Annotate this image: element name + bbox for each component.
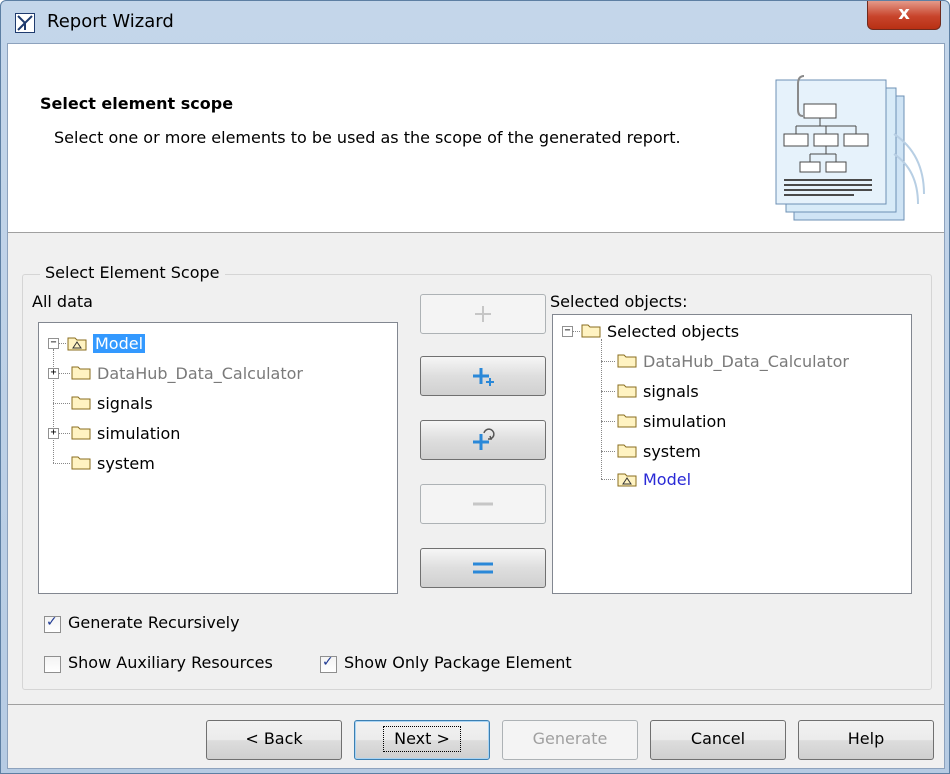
back-button[interactable]: < Back <box>206 720 342 760</box>
selected-node-model[interactable]: Model <box>617 467 691 491</box>
plus-icon <box>475 306 491 322</box>
all-data-tree[interactable]: − Model + DataHub_Data_Calculator signal… <box>38 322 398 594</box>
tree-node-label: signals <box>97 393 153 413</box>
show-auxiliary-resources-label: Show Auxiliary Resources <box>68 653 273 672</box>
close-button[interactable]: x <box>867 1 941 30</box>
tree-node-label: Model <box>643 469 692 489</box>
show-only-package-element-checkbox[interactable] <box>320 654 337 673</box>
selected-node-signals[interactable]: signals <box>617 379 699 403</box>
selected-node-system[interactable]: system <box>617 439 701 463</box>
page-title: Select element scope <box>40 94 234 113</box>
add-with-children-button[interactable] <box>420 356 546 396</box>
folder-icon <box>71 456 91 470</box>
next-button-label: Next > <box>383 726 461 752</box>
selected-objects-label: Selected objects: <box>550 292 688 311</box>
generate-recursively-label: Generate Recursively <box>68 613 240 632</box>
show-auxiliary-resources-checkbox[interactable] <box>44 656 61 673</box>
expand-datahub-toggle[interactable]: + <box>48 368 59 379</box>
folder-icon <box>71 396 91 410</box>
folder-icon <box>617 414 637 428</box>
folder-icon <box>617 354 637 368</box>
generate-button[interactable]: Generate <box>502 720 638 760</box>
help-button[interactable]: Help <box>798 720 934 760</box>
window-title: Report Wizard <box>47 11 174 32</box>
cancel-button-label: Cancel <box>690 729 746 748</box>
wizard-header: Select element scope Select one or more … <box>8 44 944 233</box>
generate-recursively-checkbox[interactable] <box>44 614 61 633</box>
add-recursive-icon <box>473 368 494 386</box>
add-button[interactable] <box>420 294 546 334</box>
expand-simulation-toggle[interactable]: + <box>48 428 59 439</box>
minus-icon <box>473 502 493 506</box>
report-wizard-app-icon <box>15 13 35 33</box>
back-button-label: < Back <box>245 729 303 748</box>
folder-icon <box>617 444 637 458</box>
generate-button-label: Generate <box>532 729 608 748</box>
folder-icon <box>581 324 601 338</box>
tree-node-label: DataHub_Data_Calculator <box>97 363 303 383</box>
tree-node-simulation[interactable]: simulation <box>71 421 180 445</box>
tree-node-label: Model <box>93 333 146 353</box>
folder-icon <box>71 366 91 380</box>
wizard-client-area: Select element scope Select one or more … <box>7 43 945 769</box>
tree-node-system[interactable]: system <box>71 451 155 475</box>
tree-node-label: Selected objects <box>607 321 740 341</box>
tree-node-label: simulation <box>643 411 727 431</box>
model-package-icon <box>617 473 637 487</box>
model-package-icon <box>67 337 87 351</box>
collapse-model-toggle[interactable]: − <box>48 338 59 349</box>
remove-button[interactable] <box>420 484 546 524</box>
tree-node-label: system <box>97 453 155 473</box>
report-document-icon <box>775 75 925 221</box>
show-only-package-element-label: Show Only Package Element <box>344 653 572 672</box>
close-icon: x <box>898 3 910 24</box>
tree-node-label: DataHub_Data_Calculator <box>643 351 849 371</box>
add-refresh-icon <box>473 428 495 450</box>
title-bar: Report Wizard x <box>1 1 949 45</box>
folder-icon <box>617 384 637 398</box>
tree-node-selected-root[interactable]: Selected objects <box>581 319 739 343</box>
footer-divider <box>8 704 944 705</box>
selected-node-datahub[interactable]: DataHub_Data_Calculator <box>617 349 849 373</box>
remove-all-button[interactable] <box>420 548 546 588</box>
remove-all-icon <box>473 562 493 574</box>
tree-node-model[interactable]: Model <box>67 331 146 355</box>
help-button-label: Help <box>847 729 885 748</box>
tree-node-datahub[interactable]: DataHub_Data_Calculator <box>71 361 303 385</box>
selected-node-simulation[interactable]: simulation <box>617 409 726 433</box>
selected-objects-tree[interactable]: − Selected objects DataHub_Data_Calculat… <box>552 314 912 594</box>
add-replace-button[interactable] <box>420 420 546 460</box>
report-wizard-window: Report Wizard x Select element scope Sel… <box>0 0 950 774</box>
tree-node-label: system <box>643 441 701 461</box>
cancel-button[interactable]: Cancel <box>650 720 786 760</box>
scope-group-title: Select Element Scope <box>40 263 225 282</box>
next-button[interactable]: Next > <box>354 720 490 760</box>
tree-node-label: signals <box>643 381 699 401</box>
tree-node-signals[interactable]: signals <box>71 391 153 415</box>
folder-icon <box>71 426 91 440</box>
tree-node-label: simulation <box>97 423 181 443</box>
all-data-label: All data <box>32 292 93 311</box>
page-description: Select one or more elements to be used a… <box>54 128 681 147</box>
